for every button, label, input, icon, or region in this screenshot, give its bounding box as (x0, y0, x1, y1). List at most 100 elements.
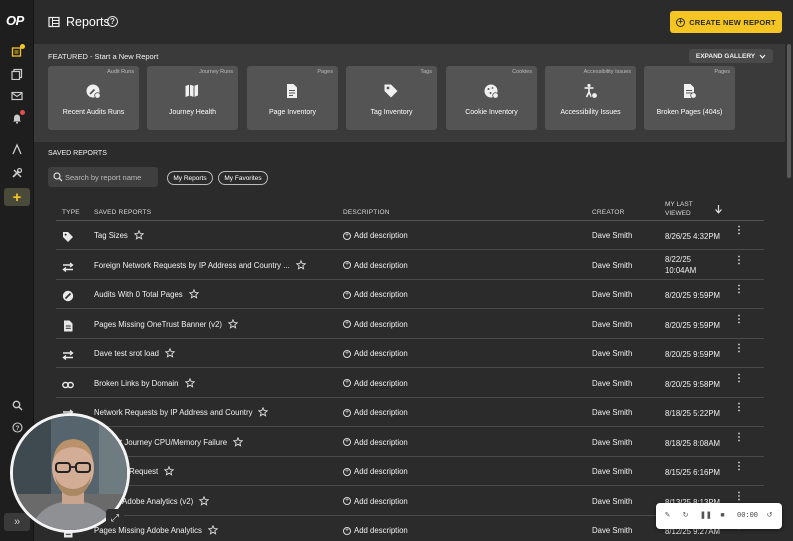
expand-rail-button[interactable]: » (4, 513, 30, 531)
star-favorite-icon[interactable] (233, 436, 243, 447)
add-description-button[interactable]: + Add description (343, 379, 408, 388)
report-name-link[interactable]: Network Requests by IP Address and Count… (94, 408, 252, 417)
featured-card-journey-health[interactable]: Journey Runs Journey Health (147, 66, 238, 130)
report-name-link[interactable]: Broken Links by Domain (94, 379, 179, 388)
nav-search-icon[interactable] (0, 395, 34, 415)
pause-icon[interactable]: ❚❚ (700, 511, 712, 520)
add-description-button[interactable]: + Add description (343, 231, 408, 240)
add-description-button[interactable]: + Add description (343, 290, 408, 299)
star-favorite-icon[interactable] (199, 495, 209, 506)
row-menu-kebab-icon[interactable]: ⋮ (734, 285, 744, 300)
column-header-type[interactable]: TYPE (62, 209, 80, 216)
featured-card-broken-pages[interactable]: Pages Broken Pages (404s) (644, 66, 735, 130)
column-header-description[interactable]: DESCRIPTION (343, 209, 390, 216)
last-viewed-date: 8/26/25 4:32PM (665, 231, 720, 242)
pen-icon[interactable]: ✎ (663, 511, 672, 520)
column-header-creator[interactable]: CREATOR (592, 209, 625, 216)
expand-gallery-button[interactable]: EXPAND GALLERY (689, 49, 773, 63)
featured-card-recent-audits[interactable]: Audit Runs Recent Audits Runs (48, 66, 139, 130)
search-box (48, 167, 158, 187)
table-row[interactable]: Account Journey CPU/Memory Failure + Add d… (56, 428, 764, 457)
card-label: Accessibility Issues (560, 109, 621, 116)
column-header-last-viewed[interactable]: MY LAST VIEWED (665, 200, 693, 218)
add-description-button[interactable]: + Add description (343, 408, 408, 417)
star-favorite-icon[interactable] (165, 348, 175, 358)
featured-card-page-inventory[interactable]: Pages Page Inventory (247, 66, 338, 130)
report-name-link[interactable]: Foreign Network Requests by IP Address a… (94, 261, 290, 270)
column-header-saved-reports[interactable]: SAVED REPORTS (94, 209, 151, 216)
row-menu-kebab-icon[interactable]: ⋮ (734, 255, 744, 271)
nav-library-icon[interactable] (0, 64, 34, 84)
row-menu-kebab-icon[interactable]: ⋮ (734, 314, 744, 330)
stop-icon[interactable]: ■ (718, 511, 727, 520)
featured-card-accessibility-issues[interactable]: Accessibility Issues Accessibility Issue… (545, 66, 636, 130)
report-name-link[interactable]: Audits With 0 Total Pages (94, 290, 183, 299)
star-favorite-icon[interactable] (228, 318, 238, 329)
add-description-button[interactable]: + Add description (343, 261, 408, 270)
search-input[interactable] (65, 167, 155, 187)
table-row[interactable]: Tag Sizes + Add description Dave Smith 8/26/… (56, 221, 764, 250)
table-row[interactable]: Pages Missing OneTrust Banner (v2) + Add d… (56, 310, 764, 339)
row-menu-kebab-icon[interactable]: ⋮ (734, 373, 744, 389)
card-category: Cookies (512, 69, 532, 75)
restart-icon[interactable]: ↺ (765, 511, 774, 520)
table-row[interactable]: Broken Links by Domain + Add description Da… (56, 369, 764, 398)
star-favorite-icon[interactable] (164, 466, 174, 476)
filter-my-reports[interactable]: My Reports (167, 171, 213, 185)
nav-inbox-icon[interactable] (0, 86, 34, 106)
report-name-link[interactable]: Tag Sizes (94, 231, 128, 240)
nav-tools-icon[interactable] (0, 163, 34, 183)
table-row[interactable]: Dave test srot load + Add description Dave … (56, 339, 764, 368)
resize-icon[interactable]: ⤢ (106, 509, 124, 527)
star-favorite-icon[interactable] (134, 230, 144, 240)
row-menu-kebab-icon[interactable]: ⋮ (734, 226, 744, 241)
page-doc-icon (62, 319, 74, 331)
report-name-link[interactable]: Pages Missing OneTrust Banner (v2) (94, 320, 222, 329)
star-favorite-icon[interactable] (189, 289, 199, 299)
row-menu-kebab-icon[interactable]: ⋮ (734, 432, 744, 448)
add-description-button[interactable]: + Add description (343, 467, 408, 476)
nav-alerts-icon[interactable] (0, 108, 34, 128)
featured-card-tag-inventory[interactable]: Tags Tag Inventory (346, 66, 437, 130)
table-row[interactable]: Network Requests by IP Address and Count… (56, 398, 764, 427)
table-row[interactable]: Audits With 0 Total Pages + Add descriptio… (56, 280, 764, 309)
row-menu-kebab-icon[interactable]: ⋮ (734, 403, 744, 418)
star-favorite-icon[interactable] (258, 407, 268, 417)
nav-add-plus-icon[interactable]: + (4, 188, 30, 206)
star-favorite-icon[interactable] (208, 525, 218, 535)
saved-reports-title: SAVED REPORTS (48, 150, 107, 157)
table-row[interactable]: Foreign Network Requests by IP Address a… (56, 251, 764, 280)
nav-journeys-icon[interactable] (0, 139, 34, 159)
star-favorite-icon[interactable] (296, 259, 306, 270)
row-menu-kebab-icon[interactable]: ⋮ (734, 462, 744, 477)
report-name-link[interactable]: Dave test srot load (94, 349, 159, 358)
add-description-button[interactable]: + Add description (343, 497, 408, 506)
last-viewed-date: 8/20/25 9:59PM (665, 320, 720, 331)
last-viewed-date: 8/18/25 5:22PM (665, 408, 720, 419)
add-description-button[interactable]: + Add description (343, 349, 408, 358)
star-favorite-icon[interactable] (185, 377, 195, 388)
help-icon[interactable]: ? (107, 16, 118, 27)
table-row[interactable]: t Network Request+Add descriptionDave Sm… (56, 457, 764, 486)
add-description-button[interactable]: + Add description (343, 320, 408, 329)
sort-arrow-down-icon[interactable] (714, 204, 723, 214)
creator-name: Dave Smith (592, 319, 633, 329)
report-name-link[interactable]: Pages Missing Adobe Analytics (94, 526, 202, 535)
plus-circle-icon: + (343, 379, 351, 387)
nav-reports-icon[interactable] (0, 42, 34, 62)
filter-my-favorites[interactable]: My Favorites (218, 171, 268, 185)
row-menu-kebab-icon[interactable]: ⋮ (734, 344, 744, 359)
refresh-icon[interactable]: ↻ (681, 511, 690, 520)
create-new-report-button[interactable]: + CREATE NEW REPORT (670, 11, 782, 33)
featured-card-cookie-inventory[interactable]: Cookies Cookie Inventory (446, 66, 537, 130)
add-description-label: Add description (354, 290, 408, 299)
add-description-button[interactable]: + Add description (343, 438, 408, 447)
plus-circle-icon: + (343, 526, 351, 535)
add-description-label: Add description (354, 378, 408, 388)
card-label: Recent Audits Runs (62, 109, 125, 116)
card-label: Journey Health (168, 109, 217, 116)
last-viewed-date: 8/20/25 9:59PM (665, 349, 720, 360)
page-scrollbar[interactable] (787, 44, 791, 178)
add-description-label: Add description (354, 349, 408, 358)
add-description-button[interactable]: + Add description (343, 526, 408, 535)
